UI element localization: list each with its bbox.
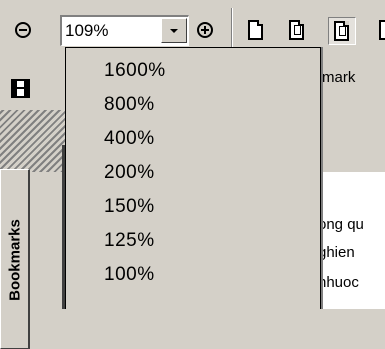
fit-page-icon	[289, 20, 304, 40]
zoom-out-icon[interactable]	[15, 22, 31, 38]
document-text-line: ong qu	[318, 216, 364, 233]
bookmark-tab-label: mark	[322, 69, 356, 86]
actual-size-icon	[248, 20, 263, 40]
fit-visible-icon	[379, 20, 385, 40]
chevron-down-icon[interactable]	[161, 18, 187, 43]
zoom-option-800[interactable]: 800%	[104, 94, 155, 116]
actual-size-button[interactable]	[243, 17, 271, 45]
fit-width-button[interactable]	[328, 17, 356, 45]
zoom-option-150[interactable]: 150%	[104, 196, 155, 218]
zoom-option-125[interactable]: 125%	[104, 230, 155, 252]
zoom-option-1600[interactable]: 1600%	[104, 60, 166, 82]
fit-page-button[interactable]	[284, 17, 312, 45]
zoom-option-100[interactable]: 100%	[104, 264, 155, 286]
toolbar-separator	[231, 8, 233, 52]
fit-width-icon	[334, 21, 349, 41]
zoom-combo[interactable]: 109%	[60, 15, 189, 46]
zoom-option-400[interactable]: 400%	[104, 128, 155, 150]
thumbnails-icon[interactable]	[11, 79, 30, 98]
bookmarks-tab-label: Bookmarks	[6, 219, 24, 301]
zoom-dropdown-menu: 1600% 800% 400% 200% 150% 125% 100%	[65, 47, 321, 309]
navigation-panel: Bookmarks	[0, 62, 70, 349]
panel-hatch	[0, 110, 70, 172]
document-text-line: ghien	[318, 244, 355, 261]
tab-bookmarks[interactable]: Bookmarks	[0, 169, 30, 349]
fit-visible-button[interactable]	[374, 17, 385, 45]
zoom-value[interactable]: 109%	[65, 21, 108, 40]
document-text-line: nhuoc	[318, 274, 359, 291]
zoom-option-200[interactable]: 200%	[104, 162, 155, 184]
zoom-in-icon[interactable]	[197, 22, 213, 38]
